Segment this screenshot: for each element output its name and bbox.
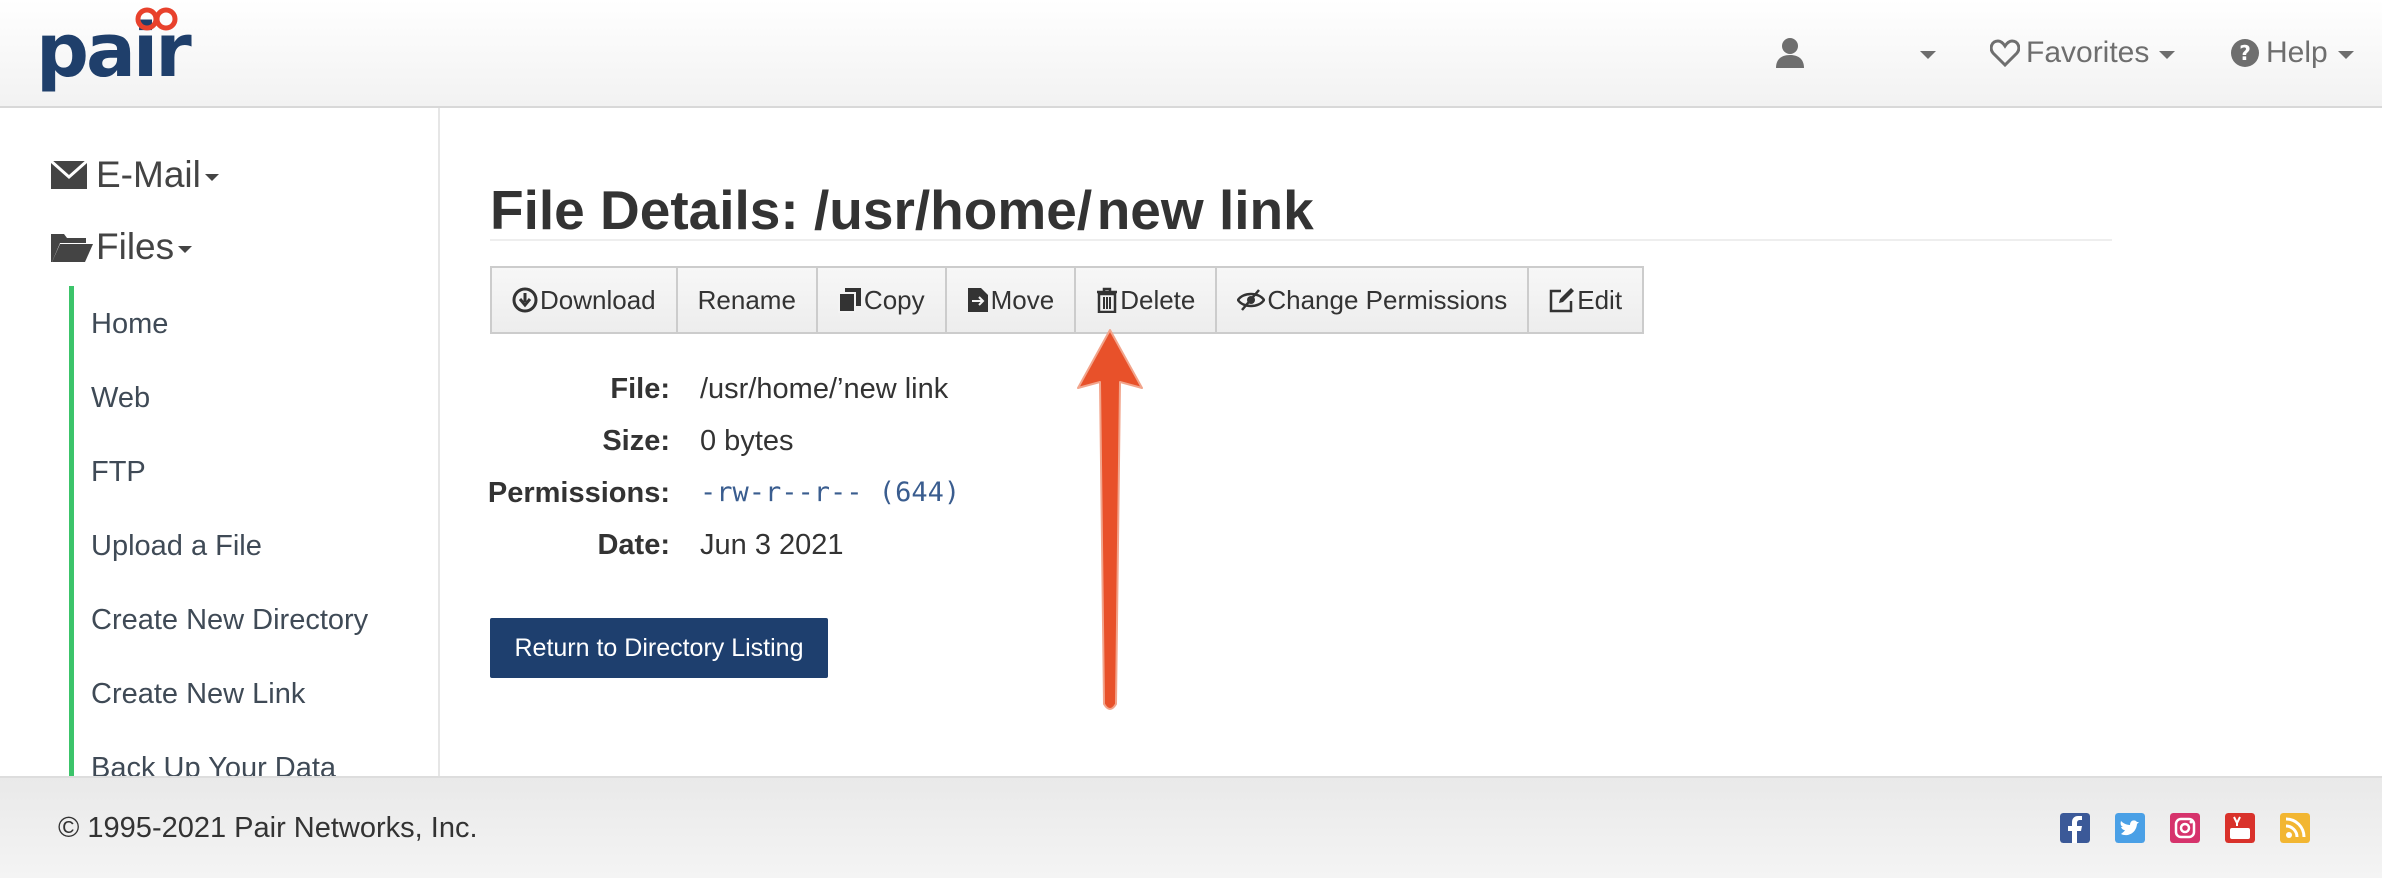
- sidebar-files-label: Files: [96, 226, 175, 267]
- page-title: File Details: /usr/home/ new link: [490, 179, 1314, 241]
- detail-row-date: Date: Jun 3 2021: [490, 529, 1090, 569]
- help-label: Help: [2266, 36, 2328, 69]
- copy-label: Copy: [863, 284, 925, 315]
- permissions-label: Permissions:: [487, 477, 670, 509]
- permissions-value[interactable]: -rw-r--r-- (644): [700, 477, 960, 508]
- file-value: /usr/home/’new link: [700, 373, 949, 405]
- sidebar-item-create-directory[interactable]: Create New Directory: [91, 604, 368, 637]
- copy-icon: [837, 288, 861, 313]
- rename-button[interactable]: Rename: [677, 268, 818, 332]
- edit-label: Edit: [1577, 284, 1623, 315]
- user-icon: [1776, 38, 1804, 68]
- envelope-icon: [50, 160, 88, 189]
- detail-row-file: File: /usr/home/’new link: [490, 373, 1090, 413]
- file-label: File:: [610, 373, 670, 405]
- eye-slash-icon: [1237, 289, 1266, 311]
- chevron-down-icon: [204, 173, 219, 181]
- sidebar-item-ftp[interactable]: FTP: [91, 456, 146, 489]
- svg-text:?: ?: [2239, 41, 2251, 65]
- chevron-down-icon: [2159, 51, 2176, 59]
- help-menu[interactable]: ? Help: [2230, 28, 2354, 78]
- move-label: Move: [990, 284, 1055, 315]
- move-button[interactable]: Move: [946, 268, 1077, 332]
- chevron-down-icon: [1920, 51, 1936, 59]
- size-value: 0 bytes: [700, 425, 794, 457]
- twitter-icon[interactable]: [2115, 813, 2145, 843]
- youtube-icon[interactable]: [2225, 813, 2255, 843]
- instagram-icon[interactable]: [2170, 813, 2200, 843]
- top-navbar: pair Favorites ? Help: [0, 0, 2382, 108]
- sidebar-email-label: E-Mail: [96, 154, 201, 195]
- copy-button[interactable]: Copy: [817, 268, 947, 332]
- chevron-down-icon: [2337, 51, 2354, 59]
- rss-icon[interactable]: [2280, 813, 2310, 843]
- sidebar-item-upload-file[interactable]: Upload a File: [91, 530, 262, 563]
- change-permissions-button[interactable]: Change Permissions: [1217, 268, 1530, 332]
- change-permissions-label: Change Permissions: [1267, 284, 1508, 315]
- sidebar-files-menu[interactable]: Files: [50, 226, 193, 268]
- user-menu[interactable]: [1775, 28, 1811, 78]
- sidebar-item-home[interactable]: Home: [91, 308, 168, 341]
- detail-row-size: Size: 0 bytes: [490, 425, 1090, 465]
- favorites-label: Favorites: [2026, 36, 2150, 69]
- rename-label: Rename: [697, 284, 796, 315]
- chevron-down-icon: [178, 245, 193, 253]
- question-circle-icon: ?: [2231, 39, 2259, 67]
- download-icon: [512, 287, 538, 313]
- delete-label: Delete: [1120, 284, 1196, 315]
- download-button[interactable]: Download: [492, 268, 678, 332]
- trash-icon: [1097, 287, 1118, 313]
- sidebar-email-menu[interactable]: E-Mail: [50, 154, 219, 196]
- title-divider: [490, 239, 2112, 241]
- detail-row-permissions: Permissions: -rw-r--r-- (644): [488, 477, 1090, 517]
- move-icon: [967, 288, 988, 312]
- edit-button[interactable]: Edit: [1529, 268, 1643, 332]
- edit-icon: [1550, 288, 1575, 313]
- logo-infinity-icon: [135, 7, 178, 31]
- date-label: Date:: [597, 529, 670, 561]
- return-to-directory-button[interactable]: Return to Directory Listing: [490, 618, 828, 678]
- annotation-arrow: [1077, 329, 1143, 710]
- sidebar-item-web[interactable]: Web: [91, 382, 150, 415]
- folder-open-icon: [51, 234, 93, 262]
- download-label: Download: [540, 284, 656, 315]
- copyright-text: © 1995-2021 Pair Networks, Inc.: [58, 812, 478, 844]
- favorites-menu[interactable]: Favorites: [1990, 28, 2176, 78]
- user-menu-toggle[interactable]: [1910, 28, 1936, 78]
- heart-icon: [1990, 39, 2020, 67]
- date-value: Jun 3 2021: [700, 529, 844, 561]
- pair-logo[interactable]: pair: [36, 4, 196, 104]
- facebook-icon[interactable]: [2060, 813, 2090, 843]
- size-label: Size:: [602, 425, 670, 457]
- footer: © 1995-2021 Pair Networks, Inc.: [0, 776, 2382, 878]
- sidebar-item-create-link[interactable]: Create New Link: [91, 678, 305, 711]
